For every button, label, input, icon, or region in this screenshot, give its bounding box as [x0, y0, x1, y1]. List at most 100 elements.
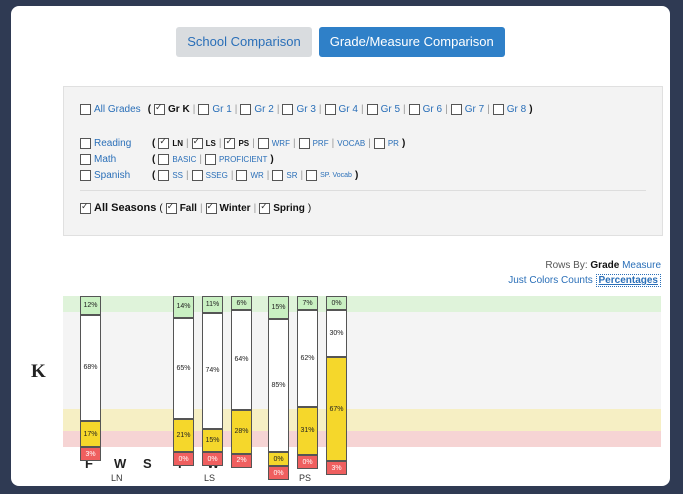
grade-5-checkbox[interactable]	[366, 104, 378, 115]
bar-segment: 6%	[231, 296, 252, 310]
grade-3-checkbox[interactable]	[282, 104, 294, 115]
rows-by-control: Rows By: Grade Measure	[545, 260, 661, 271]
all-seasons-label[interactable]: All Seasons	[94, 202, 156, 214]
measure-ln-label[interactable]: LN	[172, 139, 183, 148]
tab-grade-measure-comparison[interactable]: Grade/Measure Comparison	[318, 27, 505, 57]
bar-segment: 21%	[173, 419, 194, 452]
grade-6-checkbox[interactable]	[408, 104, 420, 115]
bar-segment: 11%	[202, 296, 223, 314]
bar-segment: 0%	[297, 455, 318, 470]
measure-proficient-label[interactable]: PROFICIENT	[219, 155, 267, 164]
measure-ss-label[interactable]: SS	[172, 171, 183, 180]
measure-sp-vocab-label[interactable]: SP. Vocab	[320, 172, 352, 179]
grade-5-label[interactable]: Gr 5	[381, 104, 400, 115]
band-white	[63, 312, 661, 409]
grade-1-label[interactable]: Gr 1	[212, 104, 231, 115]
reading-row: Reading ( LN |LS |PS |WRF |PRF |VOCAB |P…	[80, 136, 405, 149]
measure-basic-checkbox[interactable]	[158, 154, 170, 165]
bar-segment: 31%	[297, 406, 318, 456]
measure-wr-checkbox[interactable]	[236, 170, 248, 181]
measure-ss-checkbox[interactable]	[158, 170, 170, 181]
grade-4-checkbox[interactable]	[324, 104, 336, 115]
math-label[interactable]: Math	[94, 154, 152, 165]
math-row: Math ( BASIC | PROFICIENT )	[80, 154, 274, 165]
measure-sp-vocab-checkbox[interactable]	[306, 170, 318, 181]
band-green	[63, 296, 661, 312]
season-spring-label[interactable]: Spring	[273, 203, 305, 214]
season-spring-checkbox[interactable]	[259, 201, 271, 214]
grade-2-checkbox[interactable]	[240, 104, 252, 115]
spanish-label[interactable]: Spanish	[94, 170, 152, 181]
all-grades-checkbox[interactable]	[80, 104, 91, 115]
view-mode-control: Just Colors Counts Percentages	[508, 274, 661, 287]
tab-school-comparison[interactable]: School Comparison	[176, 27, 312, 57]
measure-ln-checkbox[interactable]	[158, 136, 170, 149]
measure-proficient-checkbox[interactable]	[204, 154, 216, 165]
season-winter-label[interactable]: Winter	[220, 203, 251, 214]
grade-4-label[interactable]: Gr 4	[339, 104, 358, 115]
seasons-row: All Seasons ( Fall |Winter |Spring )	[80, 201, 311, 214]
measure-wrf-checkbox[interactable]	[257, 138, 269, 149]
math-checkbox[interactable]	[80, 154, 91, 165]
rows-by-label: Rows By:	[545, 260, 588, 271]
bar-segment: 0%	[326, 296, 347, 310]
season-fall-label[interactable]: Fall	[180, 203, 197, 214]
view-just-colors[interactable]: Just Colors	[508, 275, 558, 286]
bar-segment: 15%	[202, 428, 223, 452]
grade-3-label[interactable]: Gr 3	[296, 104, 315, 115]
view-percentages[interactable]: Percentages	[595, 274, 661, 287]
measure-ls-label[interactable]: LS	[206, 139, 216, 148]
bar-segment: 0%	[268, 466, 289, 480]
rows-by-grade[interactable]: Grade	[590, 260, 619, 271]
bar-segment: 15%	[268, 296, 289, 320]
measure-prf-label[interactable]: PRF	[313, 139, 329, 148]
grade-k-label[interactable]: Gr K	[168, 104, 190, 115]
measure-pr-label[interactable]: PR	[388, 139, 399, 148]
measure-group-label: LN	[111, 473, 123, 483]
spanish-checkbox[interactable]	[80, 170, 91, 181]
comparison-tabs: School Comparison Grade/Measure Comparis…	[11, 27, 670, 57]
measure-sseg-label[interactable]: SSEG	[206, 171, 228, 180]
reading-label[interactable]: Reading	[94, 138, 152, 149]
measure-sr-label[interactable]: SR	[286, 171, 297, 180]
season-winter-checkbox[interactable]	[205, 201, 217, 214]
all-seasons-checkbox[interactable]	[80, 201, 91, 214]
stacked-bar: 15% 85% 0% 0%	[268, 296, 289, 480]
bar-segment: 7%	[297, 296, 318, 310]
measure-group-label: LS	[204, 473, 216, 483]
grade-1-checkbox[interactable]	[198, 104, 210, 115]
measure-sseg-checkbox[interactable]	[191, 170, 203, 181]
bar-segment: 14%	[173, 296, 194, 318]
bar-segment: 28%	[231, 409, 252, 454]
season-axis-label: S	[143, 456, 152, 471]
grade-8-checkbox[interactable]	[492, 104, 504, 115]
season-axis-label: W	[114, 456, 127, 471]
measure-wrf-label[interactable]: WRF	[272, 139, 290, 148]
bar-segment: 85%	[268, 319, 289, 452]
measure-wr-label[interactable]: WR	[250, 171, 263, 180]
measure-ps-label[interactable]: PS	[238, 139, 249, 148]
stacked-bar: 14% 65% 21% 0%	[173, 296, 194, 466]
measure-ps-checkbox[interactable]	[224, 136, 236, 149]
bar-segment: 64%	[231, 310, 252, 410]
measure-vocab-label[interactable]: VOCAB	[337, 139, 365, 148]
measure-prf-checkbox[interactable]	[298, 138, 310, 149]
stacked-bar: 12% 68% 17% 3%	[80, 296, 101, 462]
measure-pr-checkbox[interactable]	[373, 138, 385, 149]
measure-ls-checkbox[interactable]	[191, 136, 203, 149]
all-grades-label[interactable]: All Grades	[94, 104, 141, 115]
bar-segment: 68%	[80, 314, 101, 421]
grade-6-label[interactable]: Gr 6	[423, 104, 442, 115]
reading-checkbox[interactable]	[80, 138, 91, 149]
measure-sr-checkbox[interactable]	[272, 170, 284, 181]
measure-basic-label[interactable]: BASIC	[172, 155, 196, 164]
grade-2-label[interactable]: Gr 2	[254, 104, 273, 115]
view-counts[interactable]: Counts	[561, 275, 593, 286]
grade-k-checkbox[interactable]	[154, 102, 166, 115]
grade-7-label[interactable]: Gr 7	[465, 104, 484, 115]
grade-8-label[interactable]: Gr 8	[507, 104, 526, 115]
grade-7-checkbox[interactable]	[450, 104, 462, 115]
rows-by-measure[interactable]: Measure	[622, 260, 661, 271]
band-yellow	[63, 409, 661, 431]
season-fall-checkbox[interactable]	[165, 201, 177, 214]
